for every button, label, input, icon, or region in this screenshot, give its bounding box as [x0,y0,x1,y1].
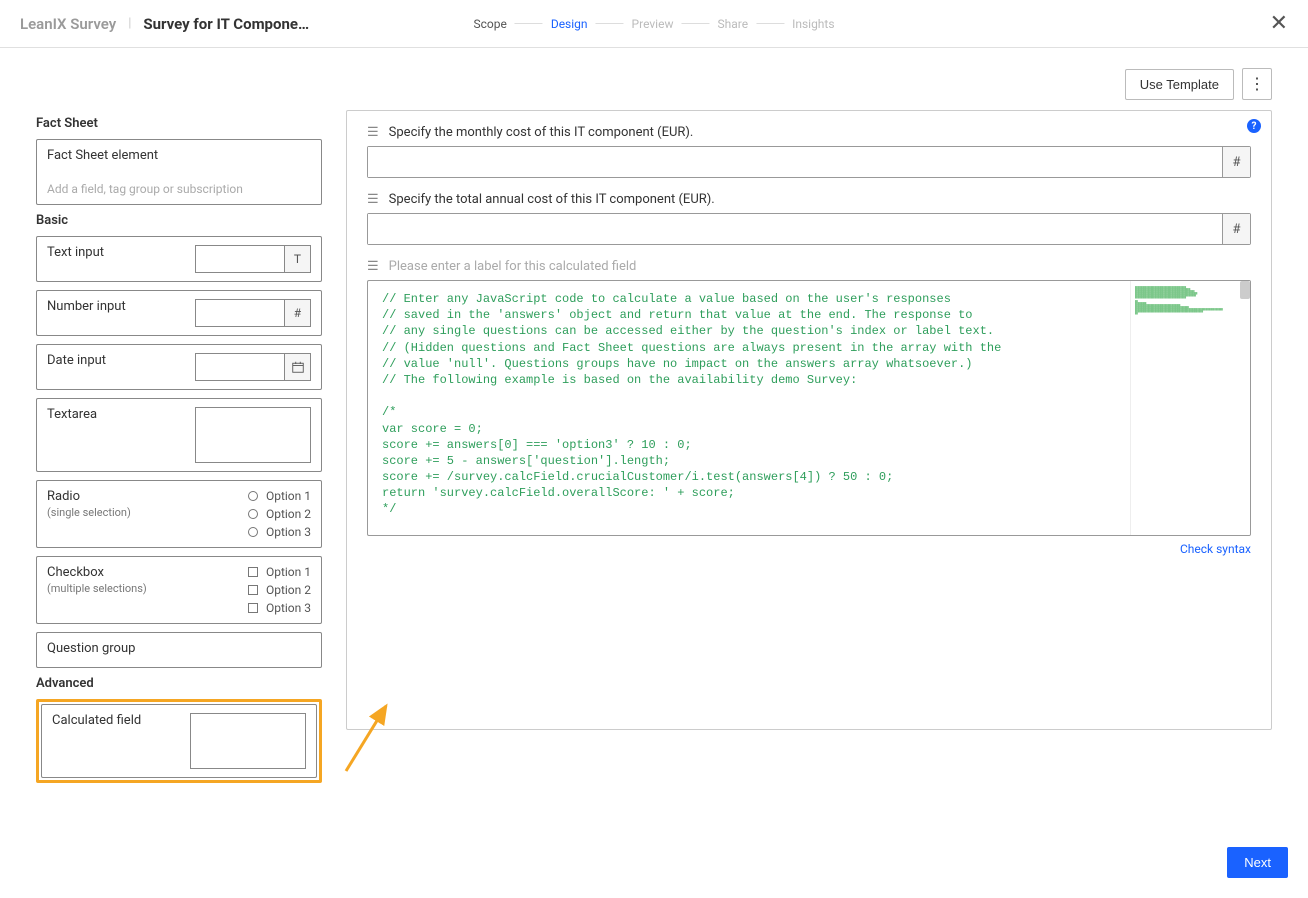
checkbox-icon [248,585,258,595]
wizard-steps: Scope Design Preview Share Insights [473,17,834,31]
palette-factsheet-element[interactable]: Fact Sheet element Add a field, tag grou… [36,139,322,205]
use-template-button[interactable]: Use Template [1125,69,1234,100]
question-monthly-cost[interactable]: ☰ Specify the monthly cost of this IT co… [367,125,1251,178]
palette-date-input[interactable]: Date input [36,344,322,390]
check-syntax-link[interactable]: Check syntax [1180,542,1251,556]
palette-sidebar: Fact Sheet Fact Sheet element Add a fiel… [36,110,322,783]
annotation-arrow-icon [341,696,401,776]
palette-calculated-field[interactable]: Calculated field [41,704,317,778]
separator: | [128,16,131,31]
radio-icon [248,527,258,537]
survey-canvas: ? ☰ Specify the monthly cost of this IT … [346,110,1272,730]
checkbox-icon [248,567,258,577]
step-design[interactable]: Design [551,17,588,31]
calc-field-label-placeholder[interactable]: Please enter a label for this calculated… [389,259,637,274]
number-suffix-icon: # [1222,147,1250,177]
question-calculated-field[interactable]: ☰ Please enter a label for this calculat… [367,259,1251,557]
question-label: Specify the monthly cost of this IT comp… [389,125,694,140]
close-icon[interactable]: ✕ [1270,13,1288,35]
help-icon[interactable]: ? [1247,119,1261,133]
palette-checkbox[interactable]: Checkbox (multiple selections) Option 1 … [36,556,322,624]
checkbox-icon [248,603,258,613]
scrollbar-thumb[interactable] [1240,281,1250,299]
code-editor[interactable]: // Enter any JavaScript code to calculat… [367,280,1251,536]
step-share[interactable]: Share [717,17,748,31]
palette-question-group[interactable]: Question group [36,632,322,668]
brand-label: LeanIX Survey [20,15,116,33]
question-label: Specify the total annual cost of this IT… [389,192,715,207]
number-suffix-icon: # [1222,214,1250,244]
basic-section-label: Basic [36,213,322,228]
factsheet-item-title: Fact Sheet element [47,148,158,177]
step-insights[interactable]: Insights [792,17,834,31]
annual-cost-input[interactable] [368,214,1222,244]
question-annual-cost[interactable]: ☰ Specify the total annual cost of this … [367,192,1251,245]
drag-handle-icon[interactable]: ☰ [367,260,379,273]
advanced-section-label: Advanced [36,676,322,691]
code-minimap: ████████████████████████████████████ ███… [1130,281,1250,535]
more-vertical-icon: ⋮ [1249,81,1265,87]
step-preview[interactable]: Preview [632,17,674,31]
more-menu-button[interactable]: ⋮ [1242,68,1272,100]
code-content[interactable]: // Enter any JavaScript code to calculat… [368,281,1130,535]
radio-icon [248,491,258,501]
factsheet-item-placeholder: Add a field, tag group or subscription [47,182,243,196]
palette-calculated-field-highlight: Calculated field [36,699,322,783]
step-scope[interactable]: Scope [473,17,506,31]
palette-textarea[interactable]: Textarea [36,398,322,472]
calendar-icon [284,354,310,380]
drag-handle-icon[interactable]: ☰ [367,193,379,206]
next-button[interactable]: Next [1227,847,1288,878]
text-suffix-icon: T [284,246,310,272]
palette-number-input[interactable]: Number input # [36,290,322,336]
drag-handle-icon[interactable]: ☰ [367,126,379,139]
minimap-scrollbar[interactable] [1240,281,1250,535]
monthly-cost-input[interactable] [368,147,1222,177]
factsheet-section-label: Fact Sheet [36,116,322,131]
radio-icon [248,509,258,519]
palette-text-input[interactable]: Text input T [36,236,322,282]
survey-title: Survey for IT Compone… [143,15,309,33]
palette-radio[interactable]: Radio (single selection) Option 1 Option… [36,480,322,548]
hash-suffix-icon: # [284,300,310,326]
